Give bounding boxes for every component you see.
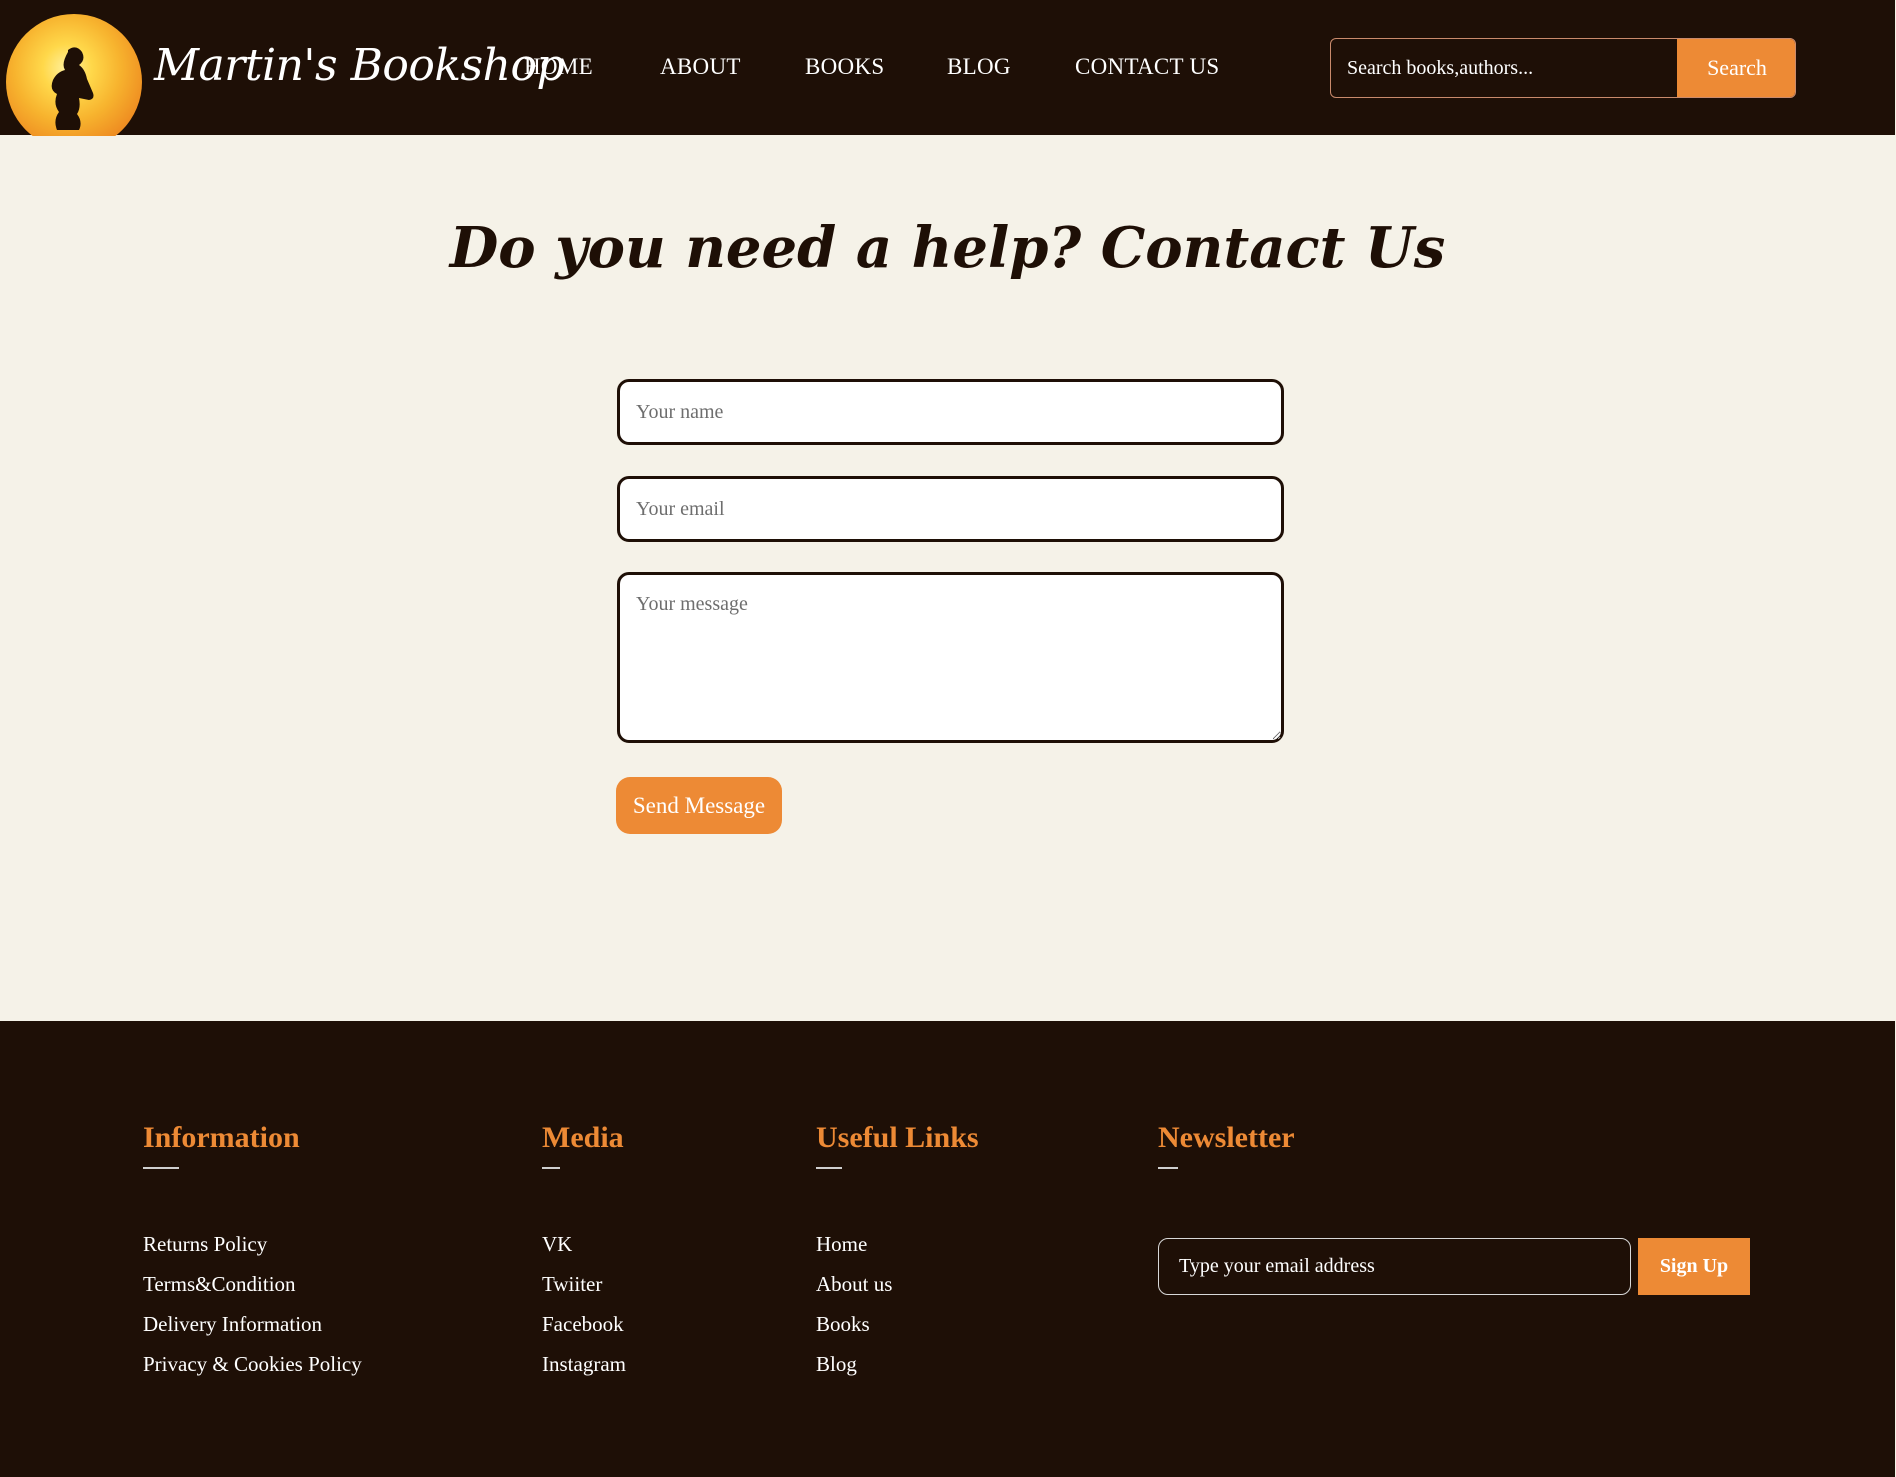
footer-link-vk[interactable]: VK xyxy=(542,1232,572,1257)
footer-link-twitter[interactable]: Twiiter xyxy=(542,1272,602,1297)
footer-link-books[interactable]: Books xyxy=(816,1312,870,1337)
footer-information-title: Information xyxy=(143,1121,300,1154)
message-field[interactable] xyxy=(617,572,1284,743)
newsletter-signup-button[interactable]: Sign Up xyxy=(1638,1238,1750,1295)
nav-contact-us[interactable]: CONTACT US xyxy=(1075,54,1220,80)
footer-link-about-us[interactable]: About us xyxy=(816,1272,892,1297)
footer-link-instagram[interactable]: Instagram xyxy=(542,1352,626,1377)
footer-divider xyxy=(143,1167,179,1169)
footer-link-delivery[interactable]: Delivery Information xyxy=(143,1312,322,1337)
footer-useful-links-title: Useful Links xyxy=(816,1121,979,1154)
footer-divider xyxy=(1158,1167,1178,1169)
nav-blog[interactable]: BLOG xyxy=(947,54,1011,80)
footer-divider xyxy=(816,1167,842,1169)
send-message-button[interactable]: Send Message xyxy=(616,777,782,834)
footer-link-home[interactable]: Home xyxy=(816,1232,867,1257)
brand-name[interactable]: Martin's Bookshop xyxy=(154,40,565,91)
footer-link-terms[interactable]: Terms&Condition xyxy=(143,1272,296,1297)
search-button[interactable]: Search xyxy=(1677,39,1795,97)
bookshop-logo-icon[interactable] xyxy=(6,14,142,136)
nav-about[interactable]: ABOUT xyxy=(660,54,741,80)
footer-link-returns-policy[interactable]: Returns Policy xyxy=(143,1232,267,1257)
nav-books[interactable]: BOOKS xyxy=(805,54,884,80)
site-footer: Information Returns Policy Terms&Conditi… xyxy=(0,1021,1895,1477)
footer-link-privacy[interactable]: Privacy & Cookies Policy xyxy=(143,1352,362,1377)
newsletter-email-input[interactable] xyxy=(1158,1238,1631,1295)
footer-divider xyxy=(542,1167,560,1169)
page-title: Do you need a help? Contact Us xyxy=(449,215,1446,281)
footer-link-facebook[interactable]: Facebook xyxy=(542,1312,624,1337)
footer-newsletter-title: Newsletter xyxy=(1158,1121,1295,1154)
footer-media-title: Media xyxy=(542,1121,624,1154)
name-field[interactable] xyxy=(617,379,1284,445)
nav-home[interactable]: HOME xyxy=(524,54,593,80)
email-field[interactable] xyxy=(617,476,1284,542)
search-input[interactable] xyxy=(1331,39,1677,97)
footer-link-blog[interactable]: Blog xyxy=(816,1352,857,1377)
site-header: Martin's Bookshop HOME ABOUT BOOKS BLOG … xyxy=(0,0,1895,136)
search-bar: Search xyxy=(1330,38,1796,98)
